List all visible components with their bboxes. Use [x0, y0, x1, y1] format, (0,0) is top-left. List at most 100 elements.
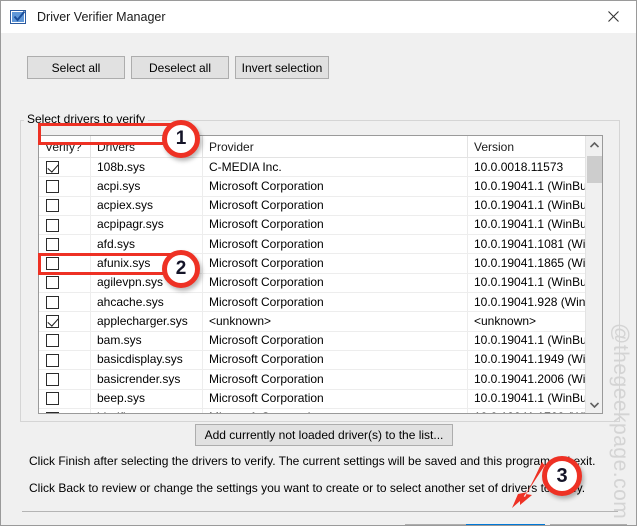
version-cell: 10.0.19041.1949 (Wi... [474, 352, 585, 367]
deselect-all-button[interactable]: Deselect all [131, 56, 229, 79]
annotation-badge-2: 2 [162, 250, 200, 288]
verify-cell[interactable] [39, 350, 91, 370]
table-row[interactable]: ahcache.sys Microsoft Corporation 10.0.190… [39, 292, 602, 313]
version-cell: 10.0.19041.1 (WinBui... [474, 178, 585, 193]
invert-selection-button[interactable]: Invert selection [235, 56, 329, 79]
verify-checkbox[interactable] [46, 353, 59, 367]
verify-checkbox[interactable] [46, 160, 59, 174]
provider-cell: Microsoft Corporation [203, 176, 468, 197]
column-header-provider[interactable]: Provider [203, 136, 468, 157]
table-row[interactable]: basicrender.sys Microsoft Corporation 10.0… [39, 369, 602, 390]
provider-cell: <unknown> [203, 311, 468, 332]
driver-name-cell: applecharger.sys [91, 311, 203, 332]
title-bar: Driver Verifier Manager [1, 1, 636, 33]
verify-checkbox[interactable] [46, 315, 59, 329]
table-row[interactable]: afunix.sys Microsoft Corporation 10.0.1904… [39, 253, 602, 274]
verify-checkbox[interactable] [46, 276, 59, 290]
groupbox-label: Select drivers to verify [24, 112, 149, 126]
verify-checkbox[interactable] [46, 218, 59, 232]
drivers-listview[interactable]: Verify? Drivers Provider Version 108b.sy… [38, 135, 603, 414]
driver-verifier-icon [10, 9, 28, 26]
scrollbar-thumb[interactable] [587, 156, 602, 183]
driver-name-cell: acpi.sys [91, 176, 203, 197]
annotation-badge-1: 1 [162, 120, 200, 158]
provider-cell: Microsoft Corporation [203, 408, 468, 413]
verify-cell[interactable] [39, 215, 91, 235]
verify-cell[interactable] [39, 176, 91, 197]
provider-cell: Microsoft Corporation [203, 292, 468, 312]
listview-body: 108b.sys C-MEDIA Inc. 10.0.0018.11573 acpi.… [39, 157, 602, 413]
version-cell: 10.0.19041.1865 (Wi... [474, 255, 585, 270]
client-area: Select all Deselect all Invert selection… [2, 33, 635, 525]
driver-name-cell: ahcache.sys [91, 292, 203, 312]
table-row[interactable]: acpi.sys Microsoft Corporation 10.0.19041.… [39, 176, 602, 197]
driver-name-cell: acpipagr.sys [91, 215, 203, 235]
driver-name-cell: beep.sys [91, 389, 203, 409]
column-header-version[interactable]: Version [468, 136, 585, 157]
verify-checkbox[interactable] [46, 334, 59, 348]
verify-cell[interactable] [39, 234, 91, 254]
verify-checkbox[interactable] [46, 257, 59, 271]
verify-checkbox[interactable] [46, 372, 59, 386]
table-row[interactable]: beep.sys Microsoft Corporation 10.0.19041.… [39, 389, 602, 409]
provider-cell: Microsoft Corporation [203, 389, 468, 409]
table-row[interactable]: afd.sys Microsoft Corporation 10.0.19041.1… [39, 234, 602, 255]
table-row[interactable]: basicdisplay.sys Microsoft Corporation 10.… [39, 350, 602, 371]
verify-checkbox[interactable] [46, 411, 59, 413]
footer-separator [22, 511, 618, 512]
table-row[interactable]: applecharger.sys <unknown> <unknown> [39, 311, 602, 332]
verify-cell[interactable] [39, 157, 91, 177]
close-icon[interactable] [590, 1, 636, 32]
verify-checkbox[interactable] [46, 295, 59, 309]
verify-cell[interactable] [39, 196, 91, 216]
driver-name-cell: bindflt.sys [91, 408, 203, 413]
driver-name-cell: 108b.sys [91, 157, 203, 177]
version-cell: 10.0.0018.11573 [474, 159, 564, 174]
table-row[interactable]: acpiex.sys Microsoft Corporation 10.0.1904… [39, 196, 602, 216]
listview-scrollbar[interactable] [585, 136, 602, 413]
scroll-up-arrow-icon[interactable] [586, 136, 602, 153]
table-row[interactable]: bam.sys Microsoft Corporation 10.0.19041.1… [39, 331, 602, 351]
table-row[interactable]: bindflt.sysMicrosoft Corporation10.0.190… [39, 408, 602, 413]
scroll-down-arrow-icon[interactable] [586, 396, 602, 413]
driver-name-cell: bam.sys [91, 331, 203, 351]
provider-cell: Microsoft Corporation [203, 215, 468, 235]
version-cell: 10.0.19041.1 (WinBui... [474, 217, 585, 232]
version-cell: 10.0.19041.1766 (Wi... [468, 408, 585, 413]
verify-checkbox[interactable] [46, 392, 59, 406]
verify-cell[interactable] [39, 369, 91, 390]
select-all-button[interactable]: Select all [27, 56, 125, 79]
provider-cell: C-MEDIA Inc. [203, 157, 468, 177]
window-title: Driver Verifier Manager [37, 10, 166, 24]
verify-checkbox[interactable] [46, 237, 59, 251]
driver-name-cell: basicrender.sys [91, 369, 203, 390]
version-cell: 10.0.19041.1 (WinBui... [474, 391, 585, 406]
version-cell: 10.0.19041.1 (WinBui... [474, 198, 585, 213]
table-row[interactable]: 108b.sys C-MEDIA Inc. 10.0.0018.11573 [39, 157, 602, 178]
table-row[interactable]: agilevpn.sys Microsoft Corporation 10.0.19… [39, 273, 602, 294]
verify-cell[interactable] [39, 292, 91, 312]
verify-checkbox[interactable] [46, 199, 59, 213]
listview-header: Verify? Drivers Provider Version [39, 136, 602, 158]
provider-cell: Microsoft Corporation [203, 253, 468, 274]
version-cell: 10.0.19041.928 (Win... [474, 294, 585, 309]
provider-cell: Microsoft Corporation [203, 273, 468, 293]
verify-cell[interactable] [39, 331, 91, 351]
add-not-loaded-drivers-button[interactable]: Add currently not loaded driver(s) to th… [195, 424, 453, 446]
driver-name-cell: acpiex.sys [91, 196, 203, 216]
annotation-badge-3: 3 [542, 456, 582, 496]
provider-cell: Microsoft Corporation [203, 369, 468, 390]
table-row[interactable]: acpipagr.sys Microsoft Corporation 10.0.19… [39, 215, 602, 236]
driver-verifier-manager-window: Driver Verifier Manager Select all Desel… [0, 0, 637, 526]
verify-cell[interactable] [39, 253, 91, 274]
verify-cell[interactable] [39, 389, 91, 409]
provider-cell: Microsoft Corporation [203, 196, 468, 216]
provider-cell: Microsoft Corporation [203, 331, 468, 351]
verify-cell[interactable] [39, 311, 91, 332]
verify-cell[interactable] [39, 408, 91, 413]
verify-checkbox[interactable] [46, 179, 59, 193]
column-header-verify[interactable]: Verify? [39, 136, 91, 157]
version-cell: 10.0.19041.1 (WinBui... [474, 275, 585, 290]
verify-cell[interactable] [39, 273, 91, 293]
provider-cell: Microsoft Corporation [203, 350, 468, 370]
